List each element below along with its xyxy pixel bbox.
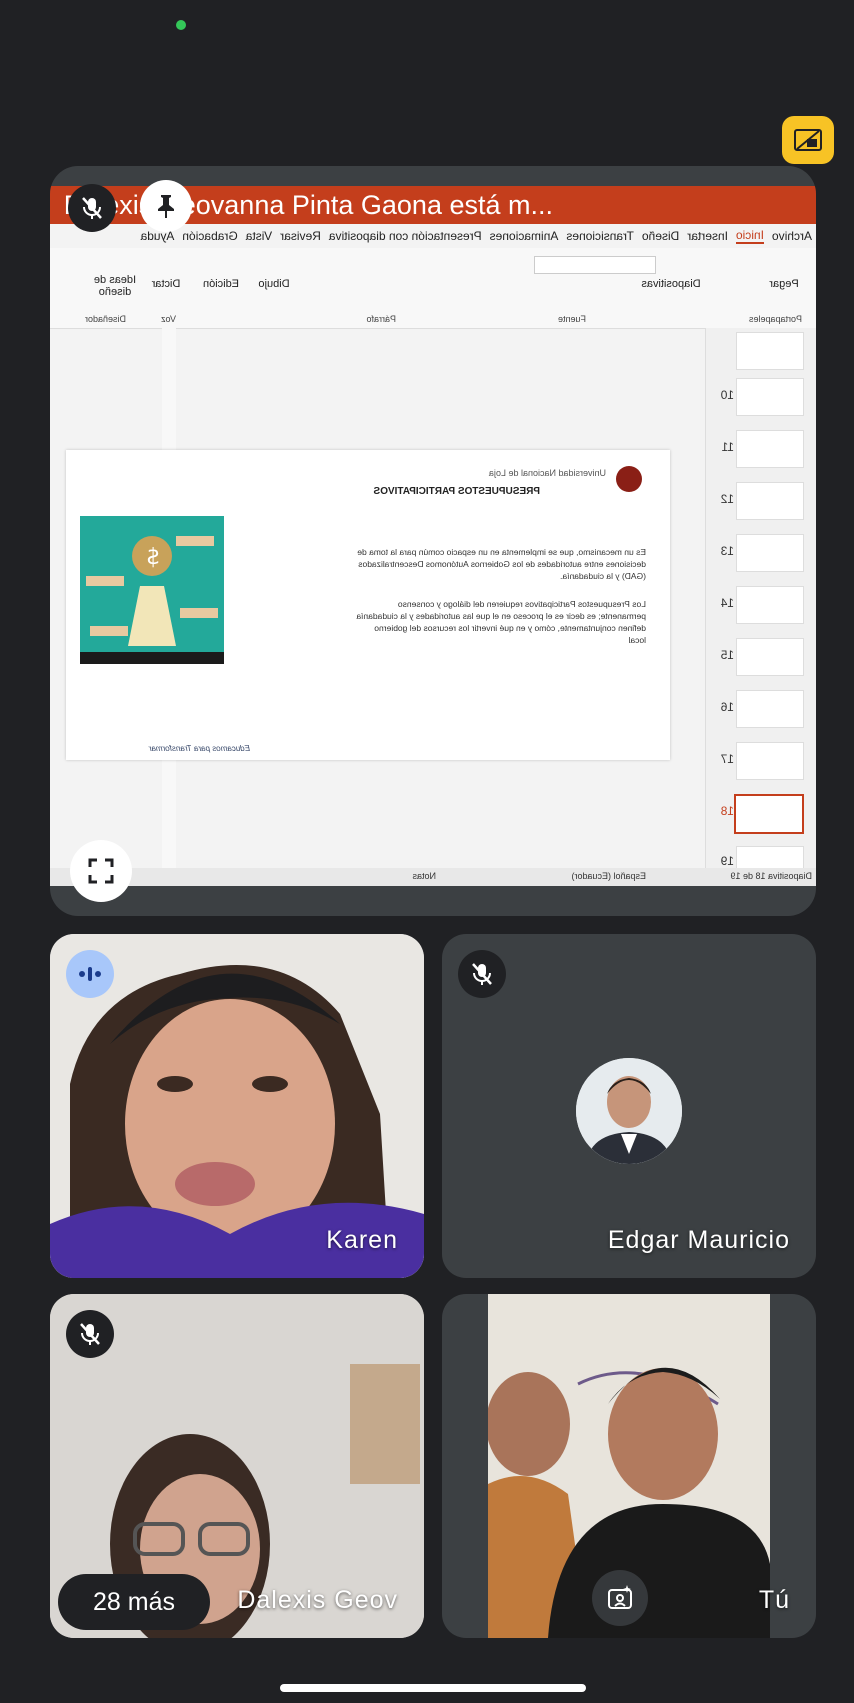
thumb	[736, 742, 804, 780]
presentation-tile[interactable]: Dalexis Geovanna Pinta Gaona está m... A…	[50, 166, 816, 916]
thumb-number: 17	[720, 752, 734, 766]
fullscreen-icon[interactable]	[70, 840, 132, 902]
thumb	[736, 690, 804, 728]
participant-name: Dalexis Geov	[237, 1586, 398, 1614]
group-label: Voz	[160, 314, 176, 324]
ppt-tab: Grabación	[182, 229, 238, 243]
money-illustration: $	[80, 516, 224, 664]
ppt-tab: Archivo	[771, 229, 812, 243]
ppt-statusbar: Diapositiva 18 de 19 Español (Ecuador) N…	[50, 868, 816, 886]
ppt-draw: Dibujo	[258, 278, 290, 290]
mic-off-icon	[458, 950, 506, 998]
ppt-slides: Diapositivas	[641, 278, 701, 290]
mic-off-icon	[68, 184, 116, 232]
slide-paragraph: Es un mecanismo, que se implementa en un…	[357, 547, 646, 581]
university-logo	[616, 466, 642, 492]
thumb	[736, 638, 804, 676]
presenter-banner: Dalexis Geovanna Pinta Gaona está m...	[64, 190, 554, 220]
notes-label: Notas	[412, 871, 436, 881]
ppt-tab: Vista	[245, 229, 273, 243]
ppt-dictate: Dictar	[151, 278, 181, 290]
ppt-tab-active: Inicio	[735, 228, 764, 244]
thumb	[736, 378, 804, 416]
participant-tile-self[interactable]: Tú	[442, 1294, 816, 1638]
font-box	[534, 256, 656, 274]
university-name: Universidad Nacional de Loja	[488, 468, 606, 478]
language: Español (Ecuador)	[571, 871, 646, 881]
group-label: Fuente	[557, 314, 586, 324]
slide-thumbnails: 10 11 12 13 14 15 16 17 18 19	[705, 328, 816, 884]
status-indicator	[176, 20, 186, 30]
thumb-selected	[734, 794, 804, 834]
thumb-number: 14	[720, 596, 734, 610]
thumb-number: 12	[720, 492, 734, 506]
thumb	[736, 430, 804, 468]
slide-counter: Diapositiva 18 de 19	[730, 871, 812, 881]
thumb-number: 19	[720, 854, 734, 868]
ppt-tab: Revisar	[280, 229, 321, 243]
participant-name: Tú	[758, 1586, 790, 1614]
slide-canvas: Universidad Nacional de Loja PRESUPUESTO…	[66, 450, 670, 760]
participant-name: Karen	[326, 1226, 398, 1254]
slide-paragraph: Los Presupuestos Participativos requiere…	[356, 599, 646, 645]
thumb-number: 10	[720, 388, 734, 402]
participant-tile-edgar[interactable]: Edgar Mauricio	[442, 934, 816, 1278]
mic-off-icon	[66, 1310, 114, 1358]
thumb-number: 15	[720, 648, 734, 662]
ppt-tab: Presentación con diapositiva	[328, 229, 482, 243]
effects-icon[interactable]	[592, 1570, 648, 1626]
thumb	[736, 332, 804, 370]
pin-icon[interactable]	[140, 180, 192, 232]
ppt-designer: Ideas de diseño	[93, 274, 137, 298]
ppt-edit: Edición	[202, 278, 240, 290]
ppt-ribbon: Pegar Diapositivas Dibujo Edición Dictar…	[50, 248, 816, 329]
slide-title: PRESUPUESTOS PARTICIPATIVOS	[373, 486, 540, 497]
audio-wave-icon	[66, 950, 114, 998]
ppt-tab: Animaciones	[489, 229, 559, 243]
group-label: Párrafo	[366, 314, 396, 324]
thumb	[736, 586, 804, 624]
group-label: Portapapeles	[748, 314, 802, 324]
shared-screen: Dalexis Geovanna Pinta Gaona está m... A…	[50, 186, 816, 886]
more-participants-button[interactable]: 28 más	[58, 1574, 210, 1630]
thumb-number: 18	[720, 804, 734, 818]
ppt-paste: Pegar	[769, 278, 799, 290]
ppt-tab: Insertar	[687, 229, 728, 243]
group-label: Diseñador	[84, 314, 126, 324]
thumb-number: 16	[720, 700, 734, 714]
participant-name: Edgar Mauricio	[607, 1226, 790, 1254]
thumb	[736, 534, 804, 572]
svg-text:$: $	[146, 545, 160, 570]
ppt-tab: Transiciones	[566, 229, 634, 243]
thumb-number: 13	[720, 544, 734, 558]
participant-tile-karen[interactable]: Karen	[50, 934, 424, 1278]
thumb-number: 11	[721, 440, 734, 454]
ppt-tab: Diseño	[641, 229, 680, 243]
slide-footer: Educamos para Transformar	[148, 744, 250, 753]
avatar	[576, 1058, 682, 1164]
layout-icon[interactable]	[782, 116, 834, 164]
thumb	[736, 482, 804, 520]
home-indicator[interactable]	[280, 1684, 586, 1692]
